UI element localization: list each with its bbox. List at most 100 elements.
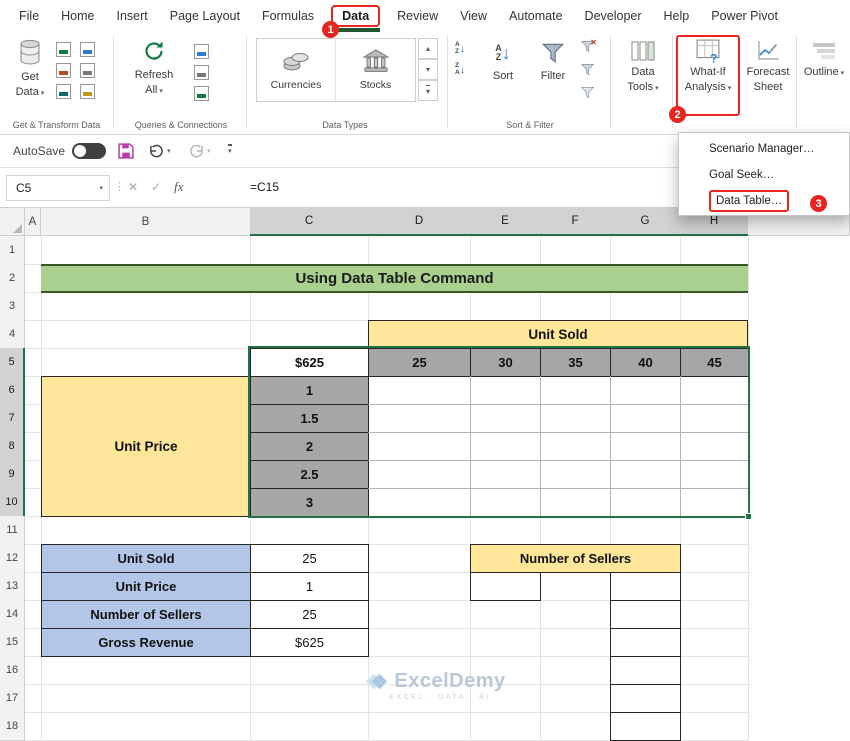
unit-sold-header-cell[interactable]: Unit Sold xyxy=(368,320,748,349)
tab-power-pivot[interactable]: Power Pivot xyxy=(700,0,789,32)
col-header-A[interactable]: A xyxy=(25,208,41,236)
cell-G18[interactable] xyxy=(610,712,681,741)
tab-formulas[interactable]: Formulas xyxy=(251,0,325,32)
tab-help[interactable]: Help xyxy=(653,0,701,32)
select-all-corner[interactable] xyxy=(0,208,25,236)
properties-icon[interactable] xyxy=(194,65,209,80)
summary-label-gross-revenue[interactable]: Gross Revenue xyxy=(41,628,251,657)
workbook-links-icon[interactable] xyxy=(194,86,209,101)
recent-sources-icon[interactable] xyxy=(80,63,95,78)
row-header-18[interactable]: 18 xyxy=(0,712,25,741)
tab-data[interactable]: Data 1 xyxy=(322,5,381,38)
save-icon[interactable] xyxy=(118,143,134,164)
tab-page-layout[interactable]: Page Layout xyxy=(159,0,251,32)
col-header-F[interactable]: F xyxy=(540,208,611,236)
tab-automate[interactable]: Automate xyxy=(498,0,574,32)
tab-view[interactable]: View xyxy=(449,0,498,32)
summary-value-gross-revenue[interactable]: $625 xyxy=(250,628,369,657)
gallery-scroll-down-icon[interactable]: ▾ xyxy=(418,59,438,80)
gallery-more-icon[interactable]: ▾ xyxy=(418,80,438,101)
enter-icon[interactable]: ✓ xyxy=(151,180,161,194)
summary-label-number-of-sellers[interactable]: Number of Sellers xyxy=(41,600,251,629)
tab-insert[interactable]: Insert xyxy=(106,0,159,32)
what-if-analysis-button[interactable]: ? What-If Analysis ▾ xyxy=(679,38,737,94)
sheet-title-cell[interactable]: Using Data Table Command xyxy=(41,264,748,293)
cell-H5[interactable]: 45 xyxy=(680,348,749,377)
stocks-data-type[interactable]: Stocks xyxy=(336,39,415,101)
cell-G5[interactable]: 40 xyxy=(610,348,681,377)
row-header-1[interactable]: 1 xyxy=(0,236,25,265)
cell-C10[interactable]: 3 xyxy=(250,488,369,517)
fx-icon[interactable]: fx xyxy=(174,179,183,195)
tab-file[interactable]: File xyxy=(8,0,50,32)
cell-G14[interactable] xyxy=(610,600,681,629)
get-data-button[interactable]: Get Data ▾ xyxy=(8,38,52,99)
cell-E5[interactable]: 30 xyxy=(470,348,541,377)
row-header-3[interactable]: 3 xyxy=(0,292,25,321)
row-header-14[interactable]: 14 xyxy=(0,600,25,629)
row-header-5[interactable]: 5 xyxy=(0,348,25,377)
row-header-10[interactable]: 10 xyxy=(0,488,25,517)
fill-handle[interactable] xyxy=(745,513,752,520)
gallery-scroll-up-icon[interactable]: ▴ xyxy=(418,38,438,59)
filter-button[interactable]: Filter xyxy=(532,38,574,83)
row-header-8[interactable]: 8 xyxy=(0,432,25,461)
tab-developer[interactable]: Developer xyxy=(574,0,653,32)
name-box[interactable]: C5 ▾ xyxy=(6,175,110,201)
sort-ascending-icon[interactable]: A Z ↓ xyxy=(455,41,465,55)
cell-D5[interactable]: 25 xyxy=(368,348,471,377)
row-header-7[interactable]: 7 xyxy=(0,404,25,433)
row-header-6[interactable]: 6 xyxy=(0,376,25,405)
number-of-sellers-header-cell[interactable]: Number of Sellers xyxy=(470,544,681,573)
summary-value-number-of-sellers[interactable]: 25 xyxy=(250,600,369,629)
cell-C7[interactable]: 1.5 xyxy=(250,404,369,433)
existing-connections-icon[interactable] xyxy=(56,84,71,99)
row-header-17[interactable]: 17 xyxy=(0,684,25,713)
sort-button[interactable]: A Z ↓ Sort xyxy=(484,38,522,83)
from-web-icon[interactable] xyxy=(80,42,95,57)
menu-item-goal-seek[interactable]: Goal Seek… xyxy=(679,162,849,188)
row-header-2[interactable]: 2 xyxy=(0,264,25,293)
row-header-11[interactable]: 11 xyxy=(0,516,25,545)
col-header-E[interactable]: E xyxy=(470,208,541,236)
autosave-toggle[interactable] xyxy=(72,143,106,159)
cell-F5[interactable]: 35 xyxy=(540,348,611,377)
cell-C6[interactable]: 1 xyxy=(250,376,369,405)
customize-toolbar-icon[interactable]: ▾ xyxy=(228,144,232,155)
row-header-16[interactable]: 16 xyxy=(0,656,25,685)
row-header-9[interactable]: 9 xyxy=(0,460,25,489)
col-header-C[interactable]: C xyxy=(250,208,369,236)
refresh-all-button[interactable]: Refresh All ▾ xyxy=(128,38,180,97)
menu-item-scenario-manager[interactable]: Scenario Manager… xyxy=(679,136,849,162)
queries-connections-icon[interactable] xyxy=(194,44,209,59)
redo-icon[interactable]: ▾ xyxy=(188,144,211,158)
row-header-4[interactable]: 4 xyxy=(0,320,25,349)
currencies-data-type[interactable]: Currencies xyxy=(257,39,336,101)
col-header-D[interactable]: D xyxy=(368,208,471,236)
from-table-icon[interactable] xyxy=(56,63,71,78)
row-header-15[interactable]: 15 xyxy=(0,628,25,657)
summary-value-unit-price[interactable]: 1 xyxy=(250,572,369,601)
summary-value-unit-sold[interactable]: 25 xyxy=(250,544,369,573)
reapply-filter-icon[interactable] xyxy=(580,63,595,81)
data-source-icon[interactable] xyxy=(80,84,95,99)
cell-E13[interactable] xyxy=(470,572,541,601)
active-cell-C5[interactable]: $625 xyxy=(250,348,369,377)
from-text-csv-icon[interactable] xyxy=(56,42,71,57)
unit-price-header-cell[interactable]: Unit Price xyxy=(41,376,251,517)
cell-G16[interactable] xyxy=(610,656,681,685)
row-header-13[interactable]: 13 xyxy=(0,572,25,601)
advanced-filter-icon[interactable] xyxy=(580,86,595,104)
col-header-G[interactable]: G xyxy=(610,208,681,236)
undo-icon[interactable]: ▾ xyxy=(148,144,171,158)
data-tools-button[interactable]: Data Tools ▾ xyxy=(616,38,670,94)
forecast-sheet-button[interactable]: Forecast Sheet xyxy=(744,38,792,94)
col-header-B[interactable]: B xyxy=(41,208,251,236)
tab-home[interactable]: Home xyxy=(50,0,105,32)
sort-descending-icon[interactable]: Z A ↓ xyxy=(455,62,465,76)
cell-G15[interactable] xyxy=(610,628,681,657)
cell-G13[interactable] xyxy=(610,572,681,601)
summary-label-unit-price[interactable]: Unit Price xyxy=(41,572,251,601)
cell-G17[interactable] xyxy=(610,684,681,713)
summary-label-unit-sold[interactable]: Unit Sold xyxy=(41,544,251,573)
